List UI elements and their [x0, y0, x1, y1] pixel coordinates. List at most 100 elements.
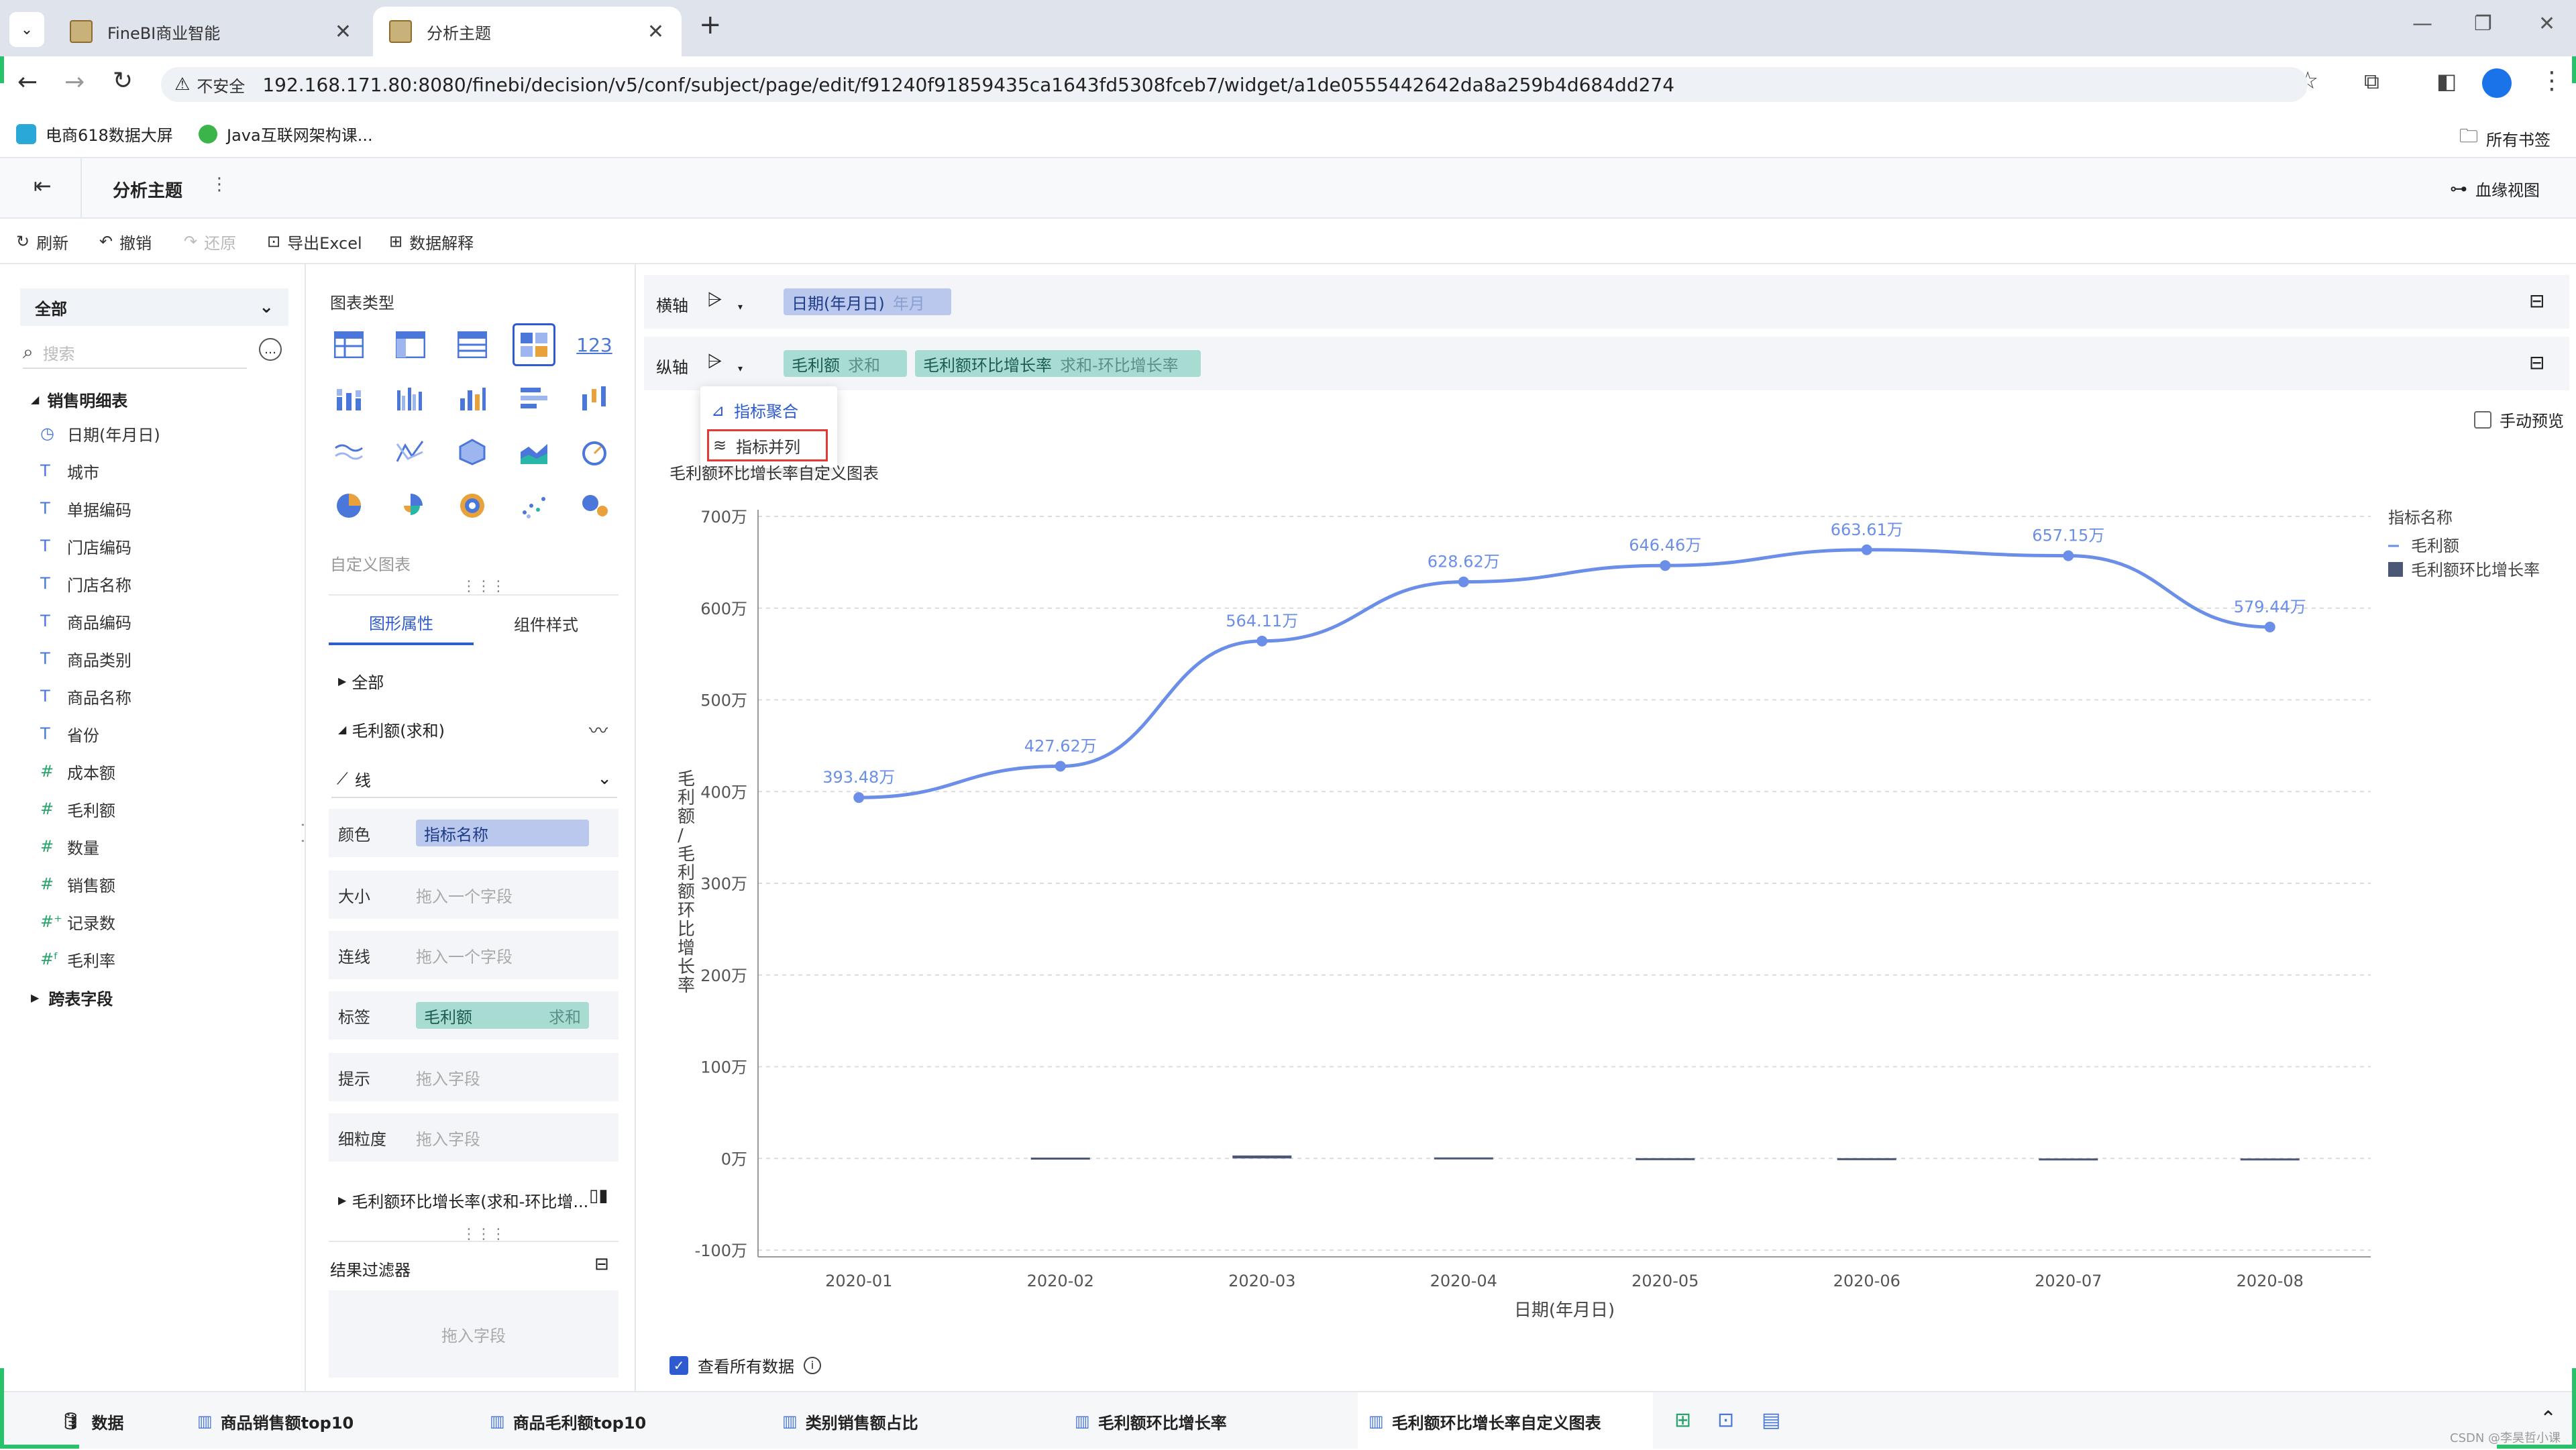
view-all-data[interactable]: ✓ 查看所有数据 i	[669, 1353, 821, 1377]
field-item[interactable]: T 商品编码	[40, 608, 131, 634]
tab-profit-growth-custom[interactable]: ▥ 毛利额环比增长率自定义图表	[1358, 1392, 1653, 1450]
line-chart-icon[interactable]	[392, 433, 429, 471]
browser-tab-finebi[interactable]: FineBI商业智能 ✕	[54, 7, 369, 56]
field-item[interactable]: T 门店编码	[40, 533, 131, 559]
minimize-icon[interactable]: —	[2412, 12, 2432, 36]
field-item[interactable]: T 商品类别	[40, 645, 131, 672]
stacked-bar-icon[interactable]	[330, 380, 368, 417]
checkbox[interactable]	[2474, 410, 2491, 429]
axis-setting-icon[interactable]: ⩥	[707, 350, 722, 373]
horizontal-bar-icon[interactable]	[515, 380, 553, 417]
manual-preview-toggle[interactable]: 手动预览	[2474, 408, 2564, 431]
number-chart-icon[interactable]: 123	[576, 326, 613, 364]
lock-icon[interactable]: ⊟	[2529, 290, 2544, 312]
label-field-chip[interactable]: 毛利额 求和	[416, 1002, 589, 1029]
refresh-button[interactable]: ↻ 刷新	[16, 219, 68, 264]
table-node[interactable]: ◢ 销售明细表	[31, 388, 127, 411]
lock-icon[interactable]: ⊟	[2529, 351, 2544, 374]
field-item[interactable]: T 门店名称	[40, 570, 131, 597]
field-item[interactable]: T 城市	[40, 457, 99, 484]
menu-kebab-icon[interactable]: ⋮	[2540, 67, 2564, 95]
all-section[interactable]: ▶ 全部	[338, 669, 384, 693]
radar-chart-icon[interactable]	[453, 433, 491, 471]
field-item[interactable]: #ᶠ 毛利率	[40, 946, 115, 972]
tooltip-drop-zone[interactable]: 拖入字段	[416, 1066, 480, 1089]
sunburst-chart-icon[interactable]	[453, 487, 491, 524]
small-caret-icon[interactable]: ▾	[738, 364, 743, 374]
add-report-icon[interactable]: ▤	[1762, 1408, 1780, 1432]
add-component-icon[interactable]: ⊞	[1674, 1408, 1691, 1432]
tab-sales-top10[interactable]: ▥ 商品销售额top10	[197, 1392, 354, 1450]
forward-arrow-icon[interactable]: →	[64, 68, 85, 96]
small-caret-icon[interactable]: ▾	[738, 302, 743, 313]
field-item[interactable]: # 销售额	[40, 871, 115, 897]
gauge-chart-icon[interactable]	[576, 433, 613, 471]
tab-category-share[interactable]: ▥ 类别销售额占比	[782, 1392, 918, 1450]
close-icon[interactable]: ✕	[647, 20, 664, 44]
axis-setting-icon[interactable]: ⩥	[707, 288, 722, 311]
cross-table-node[interactable]: ▶ 跨表字段	[31, 986, 113, 1009]
menu-item-parallel[interactable]: ≋ 指标并列	[707, 429, 828, 461]
y-field-chip[interactable]: 毛利额 求和	[784, 350, 907, 377]
export-excel-button[interactable]: ⊡ 导出Excel	[267, 219, 362, 264]
color-field-chip[interactable]: 指标名称	[416, 820, 589, 846]
field-item[interactable]: T 商品名称	[40, 683, 131, 710]
profile-avatar[interactable]	[2482, 68, 2512, 98]
field-item[interactable]: ◷ 日期(年月日)	[40, 420, 160, 447]
data-explain-button[interactable]: ⊞ 数据解释	[389, 219, 474, 264]
field-item[interactable]: #⁺ 记录数	[40, 908, 115, 935]
collapse-up-icon[interactable]: ⌃	[2540, 1407, 2557, 1431]
back-arrow-icon[interactable]: ←	[17, 68, 38, 96]
field-item[interactable]: # 数量	[40, 833, 99, 860]
add-dashboard-icon[interactable]: ⊡	[1717, 1408, 1734, 1432]
detail-table-icon[interactable]	[453, 326, 491, 364]
more-icon[interactable]: ⋮	[211, 174, 228, 194]
tab-profit-top10[interactable]: ▥ 商品毛利额top10	[490, 1392, 646, 1450]
redo-button[interactable]: ↷ 还原	[184, 219, 236, 264]
measure2-section[interactable]: ▶ 毛利额环比增长率(求和-环比增...	[338, 1188, 588, 1212]
tab-search-button[interactable]: ⌄	[9, 12, 44, 47]
size-drop-zone[interactable]: 拖入一个字段	[416, 883, 513, 907]
measure-section[interactable]: ◢ 毛利额(求和)	[338, 718, 445, 741]
close-icon[interactable]: ✕	[335, 20, 352, 44]
field-item[interactable]: T 单据编码	[40, 495, 131, 522]
bar-chart-icon[interactable]	[453, 380, 491, 417]
table-chart-icon[interactable]	[330, 326, 368, 364]
reload-icon[interactable]: ↻	[113, 67, 133, 95]
browser-tab-subject[interactable]: 分析主题 ✕	[373, 7, 682, 56]
mark-type-select[interactable]: ⟋ 线 ⌄	[331, 761, 617, 798]
restore-icon[interactable]: ❐	[2474, 12, 2492, 36]
undo-button[interactable]: ↶ 撤销	[99, 219, 152, 264]
info-icon[interactable]: i	[804, 1356, 821, 1374]
exit-icon[interactable]: ⇤	[34, 173, 52, 199]
menu-item-aggregate[interactable]: ⊿ 指标聚合	[711, 398, 798, 422]
search-field[interactable]: ⌕ 搜索	[23, 337, 247, 369]
grouped-table-icon[interactable]	[392, 326, 429, 364]
tab-component-style[interactable]: 组件样式	[474, 601, 619, 645]
grouped-bar-icon[interactable]	[392, 380, 429, 417]
area-line-icon[interactable]	[330, 433, 368, 471]
field-item[interactable]: T 省份	[40, 720, 99, 747]
area-chart-icon[interactable]	[515, 433, 553, 471]
lineage-view-button[interactable]: ⊶ 血缘视图	[2450, 177, 2540, 201]
url-field[interactable]: ⚠ 不安全 192.168.171.80:8080/finebi/decisio…	[161, 67, 2308, 102]
rose-chart-icon[interactable]	[392, 487, 429, 524]
tab-graphic-properties[interactable]: 图形属性	[329, 601, 474, 645]
tab-data[interactable]: 🛢 数据	[60, 1392, 123, 1450]
tab-profit-growth[interactable]: ▥ 毛利额环比增长率	[1075, 1392, 1227, 1450]
bookmark-item[interactable]: Java互联网架构课...	[199, 122, 373, 146]
bubble-chart-icon[interactable]	[576, 487, 613, 524]
sidepanel-icon[interactable]: ◧	[2436, 68, 2457, 94]
pie-chart-icon[interactable]	[330, 487, 368, 524]
drag-handle-icon[interactable]: ⋮⋮⋮	[462, 578, 506, 595]
bookmark-item[interactable]: 电商618数据大屏	[16, 122, 173, 146]
y-field-chip[interactable]: 毛利额环比增长率 求和-环比增长率	[915, 350, 1201, 377]
connect-drop-zone[interactable]: 拖入一个字段	[416, 944, 513, 967]
window-close-icon[interactable]: ✕	[2538, 12, 2555, 36]
filter-drop-zone[interactable]: 拖入字段	[329, 1290, 619, 1378]
scatter-chart-icon[interactable]	[515, 487, 553, 524]
x-field-chip[interactable]: 日期(年月日) 年月	[784, 288, 951, 315]
granularity-drop-zone[interactable]: 拖入字段	[416, 1126, 480, 1150]
checkbox-checked-icon[interactable]: ✓	[669, 1355, 688, 1375]
filter-lock-icon[interactable]: ⊟	[594, 1254, 609, 1274]
